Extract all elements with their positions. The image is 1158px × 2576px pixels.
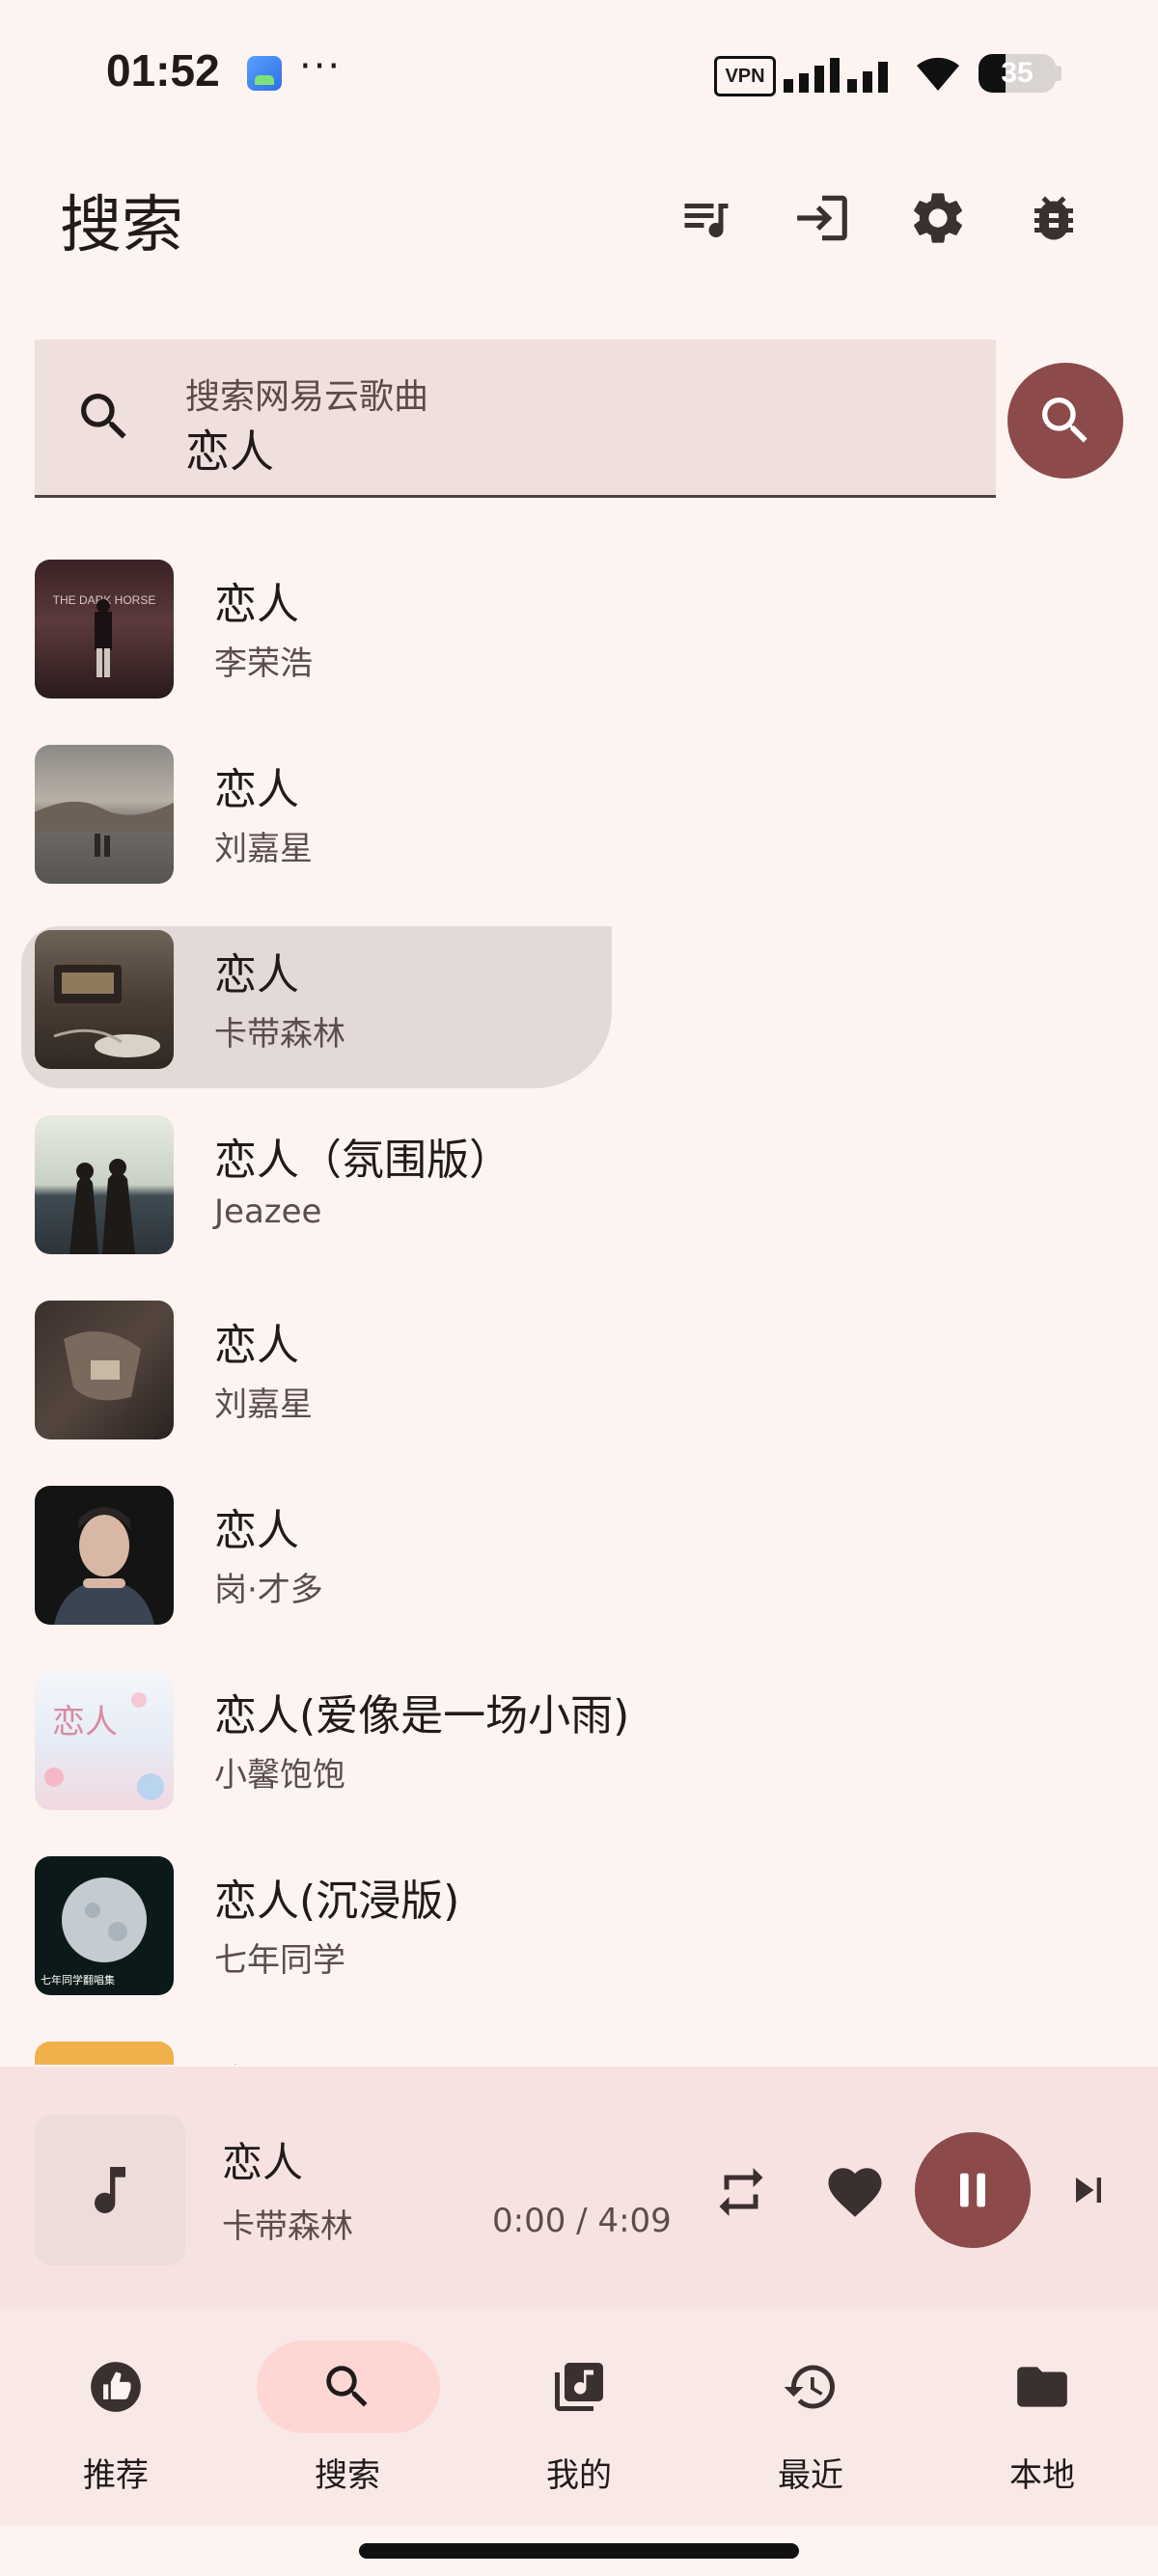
album-cover [35,930,174,1069]
nav-label: 本地 [1009,2456,1075,2495]
cover-text: 恋人 [52,1703,118,1741]
album-cover [35,1301,174,1439]
song-artist: 岗·才多 [214,1571,323,1609]
album-cover [35,745,174,884]
song-artist: 刘嘉星 [214,1385,313,1424]
heart-icon [828,2168,882,2217]
login-icon[interactable] [782,178,863,259]
album-cover [35,1486,174,1625]
repeat-icon [719,2168,763,2216]
status-time: 01:52 [106,45,220,96]
nav-label: 搜索 [315,2456,380,2495]
song-artist: 刘嘉星 [214,830,313,868]
folder-icon [1004,2348,1081,2425]
repeat-button[interactable] [697,2148,786,2236]
nav-item-local[interactable]: 本地 [926,2331,1158,2505]
cover-text: 七年同学翻唱集 [41,1973,115,1987]
song-artist: 卡带森林 [214,1015,345,1054]
song-title: 恋人未满 [214,2051,384,2065]
song-artist: 李荣浩 [214,644,313,683]
list-item[interactable]: 恋人 岗·才多 [0,1466,1158,1652]
list-item[interactable]: 恋人（氛围版） Jeazee [0,1096,1158,1281]
album-cover: 七年同学翻唱集 [35,1856,174,1995]
song-title: 恋人 [214,580,299,629]
time-separator: / [576,2202,588,2240]
list-item[interactable]: 恋人未满 [0,2022,1158,2065]
vpn-icon: VPN [714,56,776,96]
battery-percent: 35 [1001,57,1034,89]
song-artist: Jeazee [214,1192,322,1231]
pause-button[interactable] [915,2132,1031,2248]
bug-icon[interactable] [1013,178,1094,259]
music-note-icon [95,2167,125,2214]
search-field[interactable]: 搜索网易云歌曲 恋人 [35,340,996,498]
battery-tip [1056,66,1062,81]
album-cover [35,1115,174,1254]
nav-label: 最近 [778,2456,843,2495]
bottom-navigation: 推荐 搜索 我的 最近 本地 [0,2308,1158,2526]
album-cover: THE DARK HORSE [35,560,174,699]
now-playing-artist: 卡带森林 [222,2207,353,2246]
skip-next-icon [1076,2178,1101,2203]
home-indicator[interactable] [359,2543,799,2559]
song-title: 恋人 [214,1506,299,1555]
list-item[interactable]: 恋人 恋人(爱像是一场小雨) 小馨饱饱 [0,1652,1158,1837]
nav-label: 我的 [546,2456,612,2495]
search-submit-button[interactable] [1007,363,1123,479]
song-title: 恋人(爱像是一场小雨) [214,1691,630,1740]
battery-icon: 35 [979,54,1056,93]
favorite-button[interactable] [811,2148,899,2236]
list-item[interactable]: 恋人 刘嘉星 [0,1281,1158,1466]
song-title: 恋人 [214,950,299,1000]
library-music-icon [540,2348,618,2425]
list-item[interactable]: THE DARK HORSE 恋人 李荣浩 [0,540,1158,726]
history-icon [772,2348,849,2425]
song-title: 恋人 [214,1321,299,1370]
settings-icon[interactable] [897,178,979,259]
playback-position: 0:00 [492,2202,566,2240]
song-title: 恋人（氛围版） [214,1136,511,1185]
album-cover [35,2042,174,2065]
list-item[interactable]: 七年同学翻唱集 恋人(沉浸版) 七年同学 [0,1837,1158,2022]
song-artist: 七年同学 [214,1941,345,1980]
nav-item-recent[interactable]: 最近 [695,2331,926,2505]
search-results-list[interactable]: THE DARK HORSE 恋人 李荣浩 恋人 刘嘉星 恋人 卡带森林 恋人（… [0,540,1158,2065]
song-artist: 小馨饱饱 [214,1756,345,1795]
gallery-app-icon [247,56,282,91]
now-playing-cover [35,2115,185,2265]
status-bar: 01:52 ··· VPN 35 [0,0,1158,145]
pause-icon [960,2173,985,2207]
playback-duration: 4:09 [597,2202,672,2240]
search-input[interactable]: 恋人 [185,417,274,480]
nav-label: 推荐 [83,2456,149,2495]
wifi-icon [917,57,959,91]
list-item[interactable]: 恋人 刘嘉星 [0,726,1158,911]
now-playing-title: 恋人 [222,2139,304,2186]
signal-icon [784,58,888,93]
now-playing-bar[interactable]: 恋人 卡带森林 0:00 / 4:09 [0,2067,1158,2308]
search-field-label: 搜索网易云歌曲 [185,377,429,417]
song-title: 恋人 [214,765,299,814]
nav-item-recommend[interactable]: 推荐 [0,2331,232,2505]
search-icon [309,2348,386,2425]
nav-item-mine[interactable]: 我的 [463,2331,695,2505]
skip-next-button[interactable] [1054,2155,1123,2225]
search-icon [1042,397,1088,443]
list-item-selected[interactable]: 恋人 卡带森林 [0,911,1158,1096]
song-title: 恋人(沉浸版) [214,1877,460,1926]
more-notifications-icon: ··· [299,44,343,89]
queue-music-icon[interactable] [666,178,747,259]
recommend-icon [77,2348,154,2425]
nav-item-search[interactable]: 搜索 [232,2331,463,2505]
search-icon [81,394,126,439]
album-cover: 恋人 [35,1671,174,1810]
playback-time: 0:00 / 4:09 [492,2202,672,2240]
page-title: 搜索 [60,190,183,261]
